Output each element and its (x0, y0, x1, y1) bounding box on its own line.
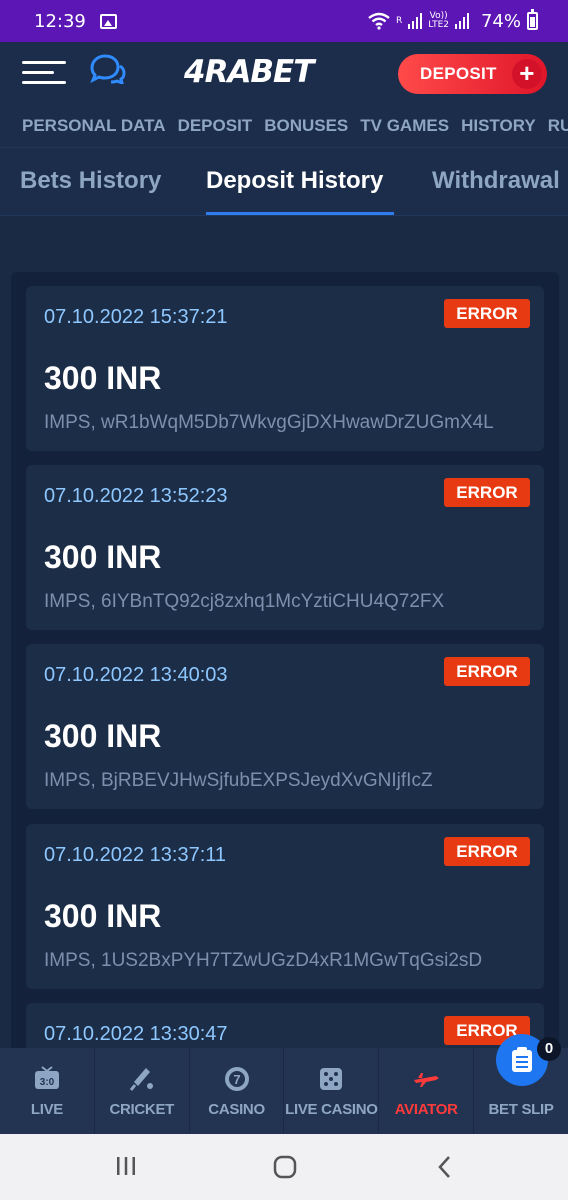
chat-bubbles-icon[interactable] (88, 54, 126, 84)
status-right: R Vo)) LTE2 74% (368, 9, 538, 32)
bottom-nav: 3:0 LIVE CRICKET 7 CASINO LIVE CASINO AV… (0, 1048, 568, 1134)
bottom-nav-casino[interactable]: 7 CASINO (190, 1048, 285, 1134)
status-time: 12:39 (34, 10, 86, 32)
status-bar: 12:39 R Vo)) LTE2 74% (0, 0, 568, 42)
bottom-nav-aviator[interactable]: AVIATOR (379, 1048, 475, 1134)
deposit-card[interactable]: 07.10.2022 13:40:03 ERROR 300 INR IMPS, … (26, 644, 544, 809)
nav-bonuses[interactable]: BONUSES (264, 116, 348, 136)
svg-text:7: 7 (233, 1072, 240, 1087)
deposit-date: 07.10.2022 13:37:11 (44, 844, 227, 866)
nav-history[interactable]: HISTORY (461, 116, 536, 136)
deposit-date: 07.10.2022 13:52:23 (44, 485, 228, 507)
casino-chip-icon: 7 (224, 1067, 249, 1091)
hamburger-menu-icon[interactable] (22, 56, 66, 88)
account-section-nav: PERSONAL DATA DEPOSIT BONUSES TV GAMES H… (0, 104, 568, 148)
bottom-nav-live-casino[interactable]: LIVE CASINO (284, 1048, 380, 1134)
nav-rules[interactable]: RUL (548, 116, 568, 136)
live-tv-icon: 3:0 (34, 1066, 59, 1089)
deposit-amount: 300 INR (44, 898, 162, 934)
svg-text:3:0: 3:0 (40, 1077, 55, 1088)
deposit-card[interactable]: 07.10.2022 15:37:21 ERROR 300 INR IMPS, … (26, 286, 544, 451)
cricket-bat-icon (129, 1068, 153, 1091)
bottom-nav-label: LIVE CASINO (285, 1101, 378, 1118)
deposit-reference: IMPS, wR1bWqM5Db7WkvgGjDXHwawDrZUGmX4L (44, 412, 494, 433)
battery-percent: 74% (480, 10, 521, 32)
history-tabs: Bets History Deposit History Withdrawal (0, 148, 568, 216)
bottom-nav-label: CASINO (208, 1101, 265, 1118)
tab-bets-history[interactable]: Bets History (20, 167, 161, 195)
deposit-history-list[interactable]: 07.10.2022 15:37:21 ERROR 300 INR IMPS, … (11, 272, 559, 1072)
recent-apps-icon[interactable] (114, 1154, 138, 1178)
deposit-card[interactable]: 07.10.2022 13:37:11 ERROR 300 INR IMPS, … (26, 824, 544, 989)
back-icon[interactable] (434, 1154, 456, 1180)
deposit-reference: IMPS, 6IYBnTQ92cj8zxhq1McYztiCHU4Q72FX (44, 591, 445, 612)
deposit-button-label: DEPOSIT (420, 64, 497, 83)
bottom-nav-label: AVIATOR (394, 1101, 458, 1118)
tab-withdrawal[interactable]: Withdrawal (432, 167, 560, 195)
bottom-nav-label: LIVE (30, 1101, 63, 1118)
system-nav-bar (0, 1134, 568, 1200)
deposit-amount: 300 INR (44, 360, 162, 396)
status-badge: ERROR (444, 657, 530, 686)
image-notification-icon (99, 13, 117, 29)
plus-icon: + (512, 59, 542, 89)
network-r-label: R (396, 15, 403, 26)
signal-icon-2 (454, 13, 469, 29)
network-volte: Vo)) LTE2 (428, 12, 449, 30)
signal-icon (408, 13, 423, 29)
nav-deposit[interactable]: DEPOSIT (178, 116, 253, 136)
active-tab-indicator (206, 212, 394, 215)
plane-icon (414, 1073, 440, 1087)
brand-logo[interactable]: 4RABET (184, 54, 314, 90)
clipboard-icon (512, 1047, 532, 1072)
deposit-button[interactable]: DEPOSIT + (398, 54, 547, 94)
nav-personal-data[interactable]: PERSONAL DATA (22, 116, 166, 136)
status-badge: ERROR (444, 299, 530, 328)
wifi-icon (368, 12, 390, 30)
bet-slip-count-badge: 0 (537, 1037, 561, 1061)
tab-deposit-history[interactable]: Deposit History (206, 167, 383, 195)
deposit-reference: IMPS, BjRBEVJHwSjfubEXPSJeydXvGNIjfIcZ (44, 770, 433, 791)
bottom-nav-label: CRICKET (109, 1101, 175, 1118)
battery-icon (527, 9, 538, 30)
home-icon[interactable] (272, 1154, 298, 1180)
dice-icon (320, 1068, 343, 1090)
bottom-nav-live[interactable]: 3:0 LIVE (0, 1048, 95, 1134)
nav-tv-games[interactable]: TV GAMES (360, 116, 449, 136)
deposit-amount: 300 INR (44, 539, 162, 575)
lte-label: LTE2 (428, 20, 449, 30)
bottom-nav-cricket[interactable]: CRICKET (95, 1048, 190, 1134)
deposit-date: 07.10.2022 13:40:03 (44, 664, 228, 686)
status-badge: ERROR (444, 478, 530, 507)
app-header: 4RABET DEPOSIT + (0, 42, 568, 104)
deposit-date: 07.10.2022 15:37:21 (44, 306, 228, 328)
deposit-reference: IMPS, 1US2BxPYH7TZwUGzD4xR1MGwTqGsi2sD (44, 950, 483, 971)
deposit-amount: 300 INR (44, 718, 162, 754)
deposit-date: 07.10.2022 13:30:47 (44, 1023, 228, 1045)
deposit-card[interactable]: 07.10.2022 13:52:23 ERROR 300 INR IMPS, … (26, 465, 544, 630)
bottom-nav-label: BET SLIP (488, 1101, 554, 1118)
status-badge: ERROR (444, 837, 530, 866)
